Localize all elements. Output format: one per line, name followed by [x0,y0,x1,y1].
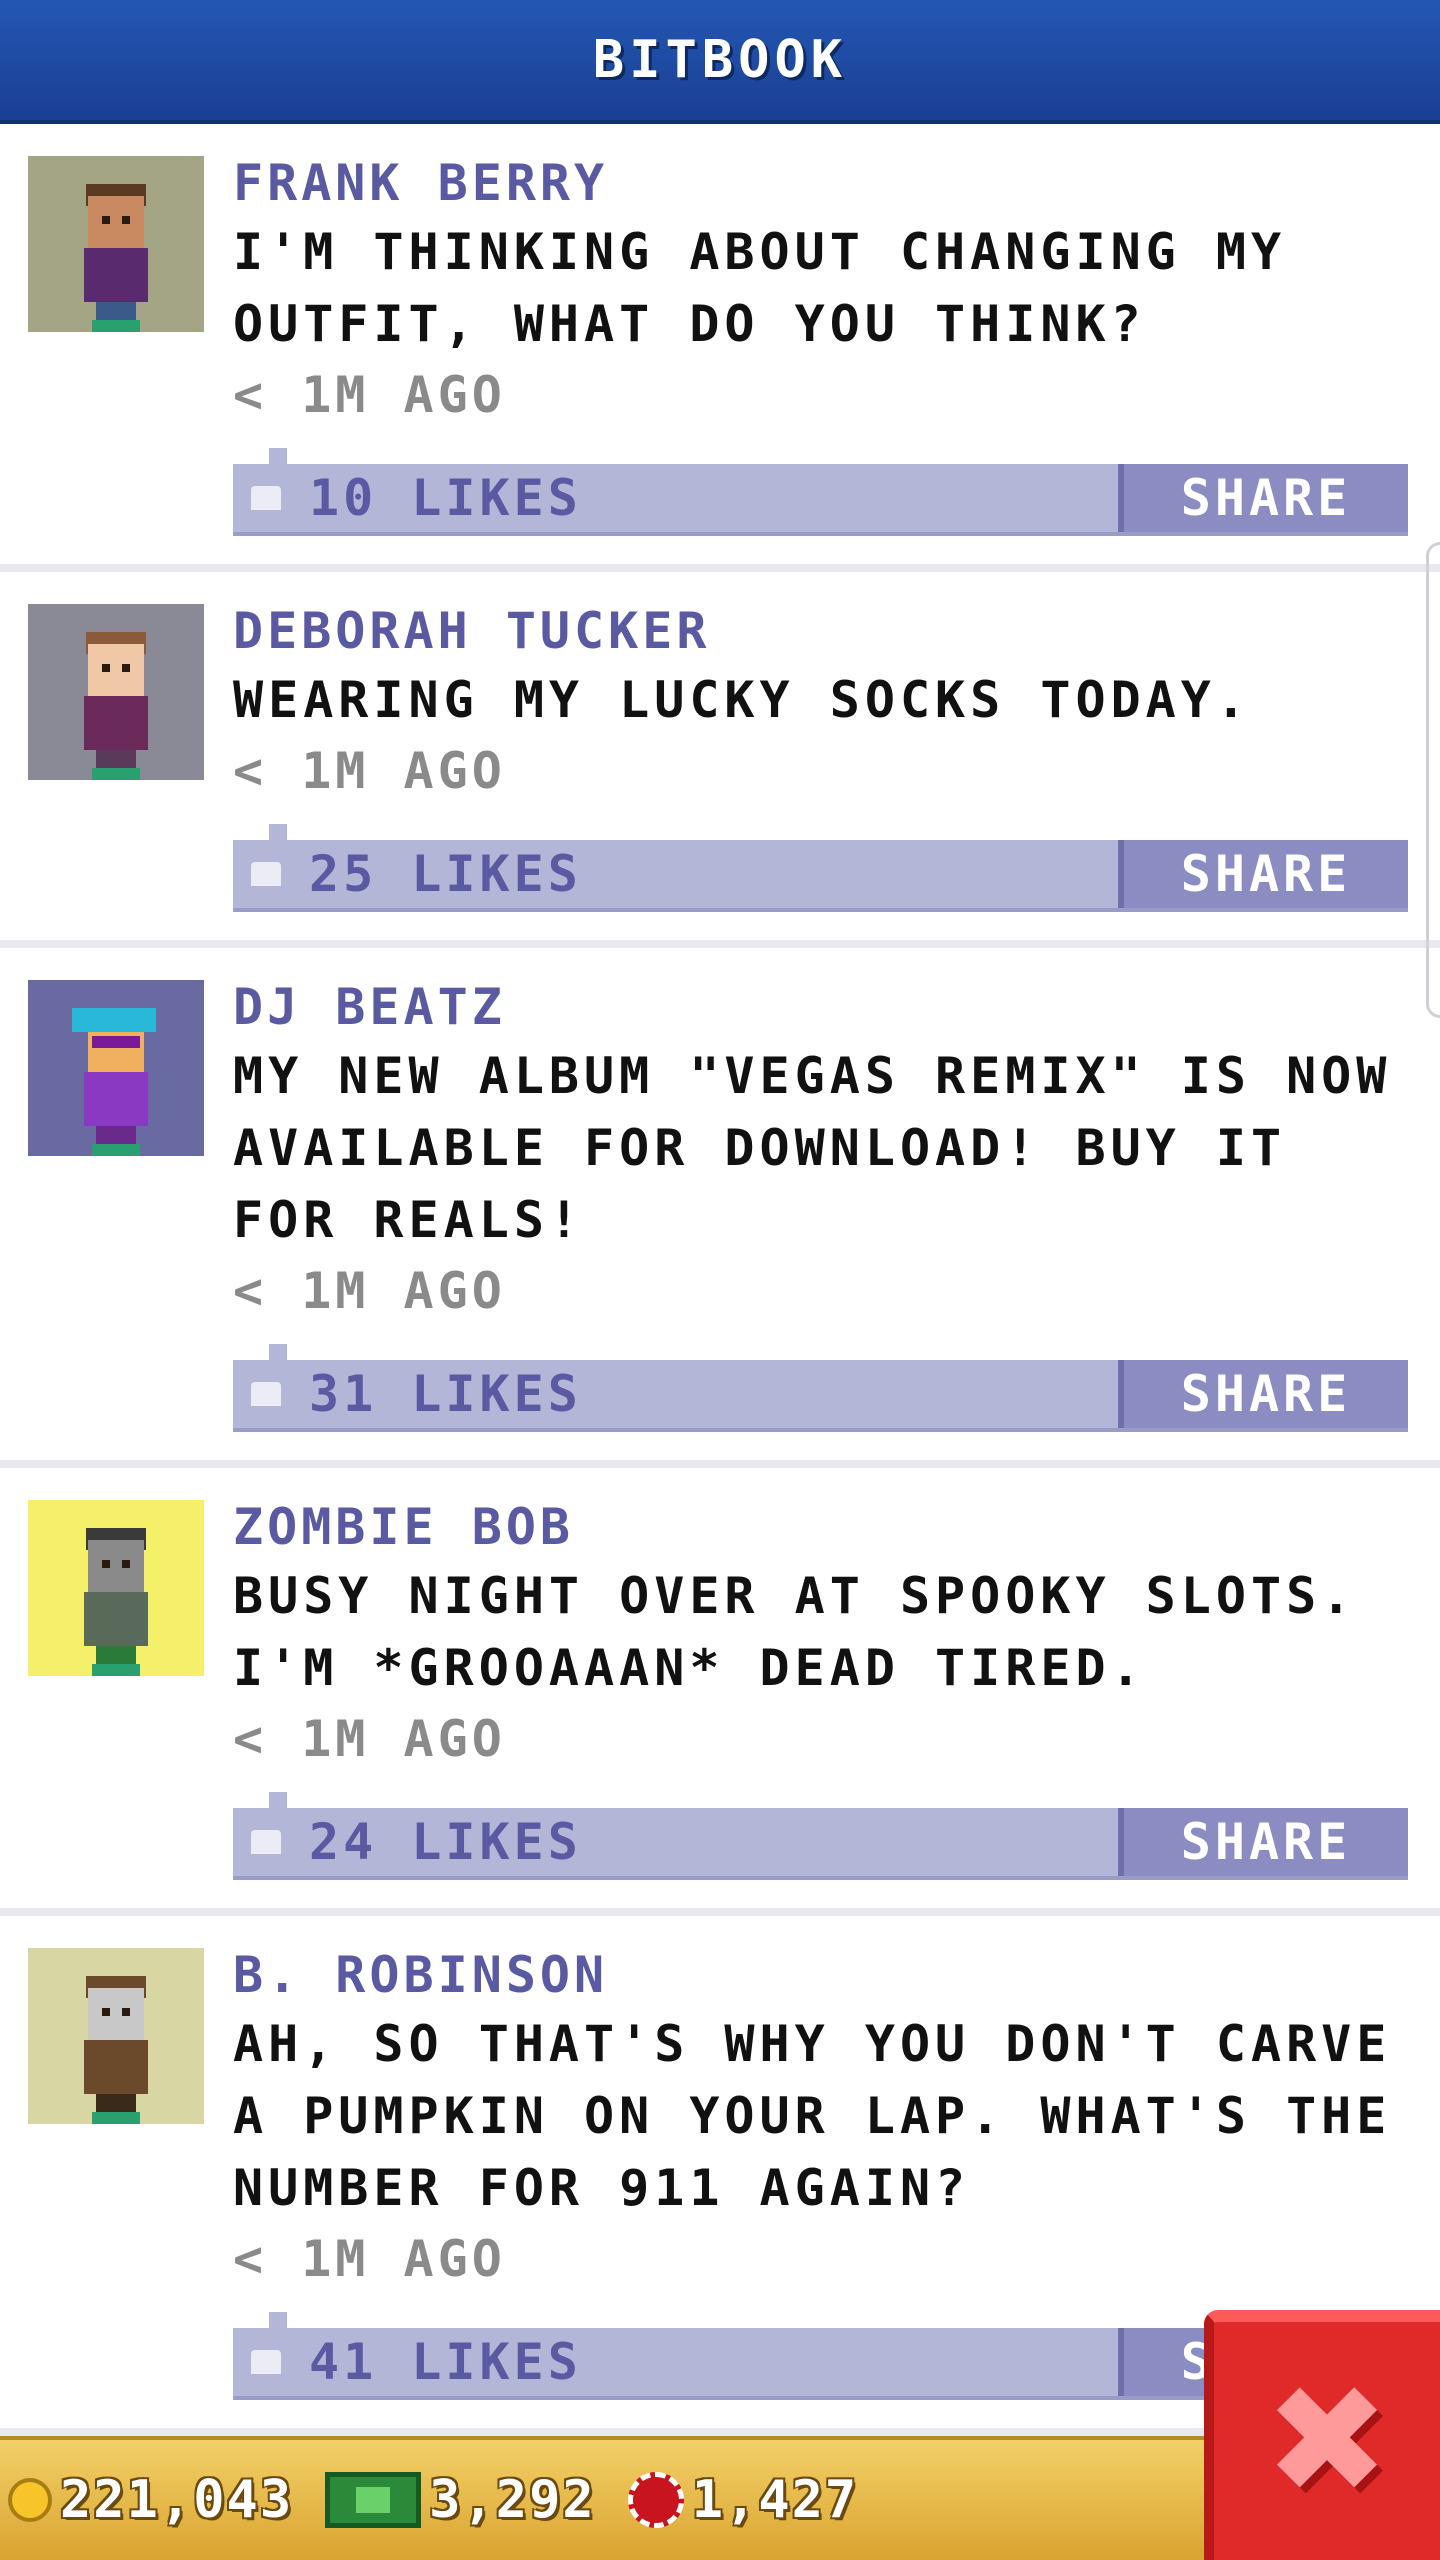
post-list: FRANK BERRY I'M THINKING ABOUT CHANGING … [0,124,1440,2436]
like-bar-tab [269,824,287,842]
share-button[interactable]: SHARE [1118,1360,1408,1428]
close-button[interactable]: ✖ [1204,2310,1440,2560]
feed-post: DEBORAH TUCKER WEARING MY LUCKY SOCKS TO… [0,572,1440,948]
like-bar-tab [269,2312,287,2330]
post-time: < 1M AGO [233,1262,506,1320]
post-time: < 1M AGO [233,1710,506,1768]
app-header: BITBOOK [0,0,1440,124]
share-button[interactable]: SHARE [1118,840,1408,908]
avatar-sprite [66,1528,166,1676]
feed-post: DJ BEATZ MY NEW ALBUM "VEGAS REMIX" IS N… [0,948,1440,1468]
sunglasses [92,1036,140,1048]
poster-name[interactable]: ZOMBIE BOB [233,1494,1408,1560]
avatar-sprite [66,1976,166,2124]
like-count[interactable]: 41 LIKES [309,2328,582,2396]
post-message: BUSY NIGHT OVER AT SPOOKY SLOTS. I'M *GR… [233,1567,1357,1697]
share-button[interactable]: SHARE [1118,1808,1408,1876]
like-bar: 25 LIKES SHARE [233,824,1408,912]
avatar[interactable] [28,980,204,1156]
like-bar-tab [269,448,287,466]
post-message: I'M THINKING ABOUT CHANGING MY OUTFIT, W… [233,223,1287,353]
poster-name[interactable]: DJ BEATZ [233,974,1408,1040]
coins-value: 221,043 [60,2470,294,2530]
thumbs-up-icon[interactable] [251,862,281,886]
page-title: BITBOOK [592,30,848,90]
cash-icon [325,2472,422,2528]
post-time: < 1M AGO [233,366,506,424]
cash-value: 3,292 [429,2470,596,2530]
thumbs-up-icon[interactable] [251,2350,281,2374]
like-count[interactable]: 10 LIKES [309,464,582,532]
chip-icon [627,2472,684,2528]
avatar-sprite [66,1008,166,1156]
post-message: MY NEW ALBUM "VEGAS REMIX" IS NOW AVAILA… [233,1047,1392,1249]
close-icon: ✖ [1264,2354,1390,2528]
chips-value: 1,427 [691,2470,859,2530]
avatar[interactable] [28,156,204,332]
poster-name[interactable]: B. ROBINSON [233,1942,1408,2008]
avatar[interactable] [28,604,204,780]
thumbs-up-icon[interactable] [251,1830,281,1854]
post-message: AH, SO THAT'S WHY YOU DON'T CARVE A PUMP… [233,2015,1392,2217]
post-content: DEBORAH TUCKER WEARING MY LUCKY SOCKS TO… [233,598,1408,912]
post-time: < 1M AGO [233,742,506,800]
poster-name[interactable]: DEBORAH TUCKER [233,598,1408,664]
post-content: FRANK BERRY I'M THINKING ABOUT CHANGING … [233,150,1408,536]
like-count[interactable]: 31 LIKES [309,1360,582,1428]
coin-icon [8,2478,52,2522]
like-count[interactable]: 25 LIKES [309,840,582,908]
avatar-sprite [66,632,166,780]
scroll-indicator[interactable] [1426,542,1440,1018]
like-bar: 24 LIKES SHARE [233,1792,1408,1880]
like-bar-tab [269,1792,287,1810]
coins-stat: 221,043 [8,2470,293,2530]
post-message: WEARING MY LUCKY SOCKS TODAY. [233,671,1251,729]
thumbs-up-icon[interactable] [251,486,281,510]
post-time: < 1M AGO [233,2230,506,2288]
like-count[interactable]: 24 LIKES [309,1808,582,1876]
like-bar: 10 LIKES SHARE [233,448,1408,536]
feed-post: FRANK BERRY I'M THINKING ABOUT CHANGING … [0,124,1440,572]
cap [72,1008,156,1032]
bitbook-feed[interactable]: FRANK BERRY I'M THINKING ABOUT CHANGING … [0,124,1440,2436]
avatar-sprite [66,184,166,332]
cash-stat: 3,292 [325,2470,596,2530]
chips-stat: 1,427 [627,2470,859,2530]
feed-post: ZOMBIE BOB BUSY NIGHT OVER AT SPOOKY SLO… [0,1468,1440,1916]
avatar[interactable] [28,1500,204,1676]
post-content: DJ BEATZ MY NEW ALBUM "VEGAS REMIX" IS N… [233,974,1408,1432]
post-content: ZOMBIE BOB BUSY NIGHT OVER AT SPOOKY SLO… [233,1494,1408,1880]
avatar[interactable] [28,1948,204,2124]
like-bar: 31 LIKES SHARE [233,1344,1408,1432]
thumbs-up-icon[interactable] [251,1382,281,1406]
like-bar-tab [269,1344,287,1362]
share-button[interactable]: SHARE [1118,464,1408,532]
poster-name[interactable]: FRANK BERRY [233,150,1408,216]
